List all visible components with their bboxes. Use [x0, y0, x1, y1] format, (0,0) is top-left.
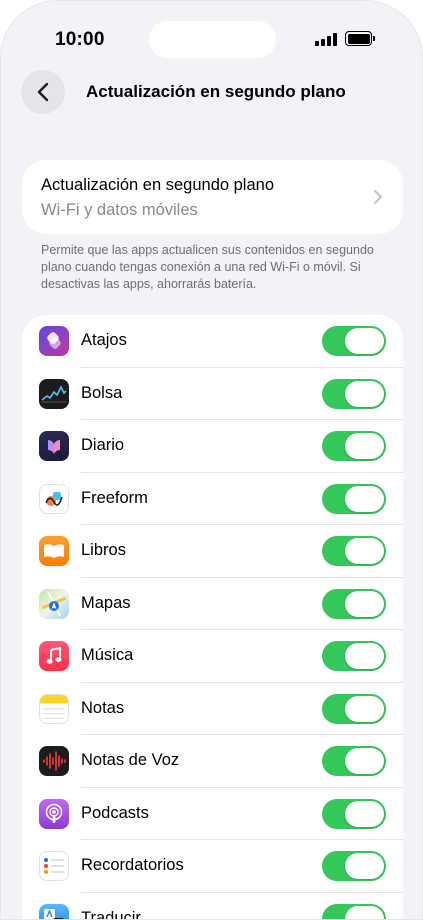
app-label: Notas de Voz: [81, 751, 180, 769]
app-label: Freeform: [81, 488, 148, 507]
maps-icon: [39, 588, 69, 619]
setting-title: Actualización en segundo plano: [41, 176, 275, 194]
app-label: Libros: [81, 541, 126, 559]
app-row-bolsa: Bolsa: [22, 368, 403, 420]
podcasts-toggle[interactable]: [322, 798, 386, 829]
app-row-libros: Libros: [22, 525, 403, 578]
phone-screen: 10:00 Actualización en segundo plano Act…: [0, 0, 423, 920]
back-button[interactable]: [21, 70, 65, 114]
music-icon: [39, 641, 69, 671]
freeform-icon: [39, 483, 69, 514]
app-label: Traducir: [81, 908, 141, 920]
bolsa-toggle[interactable]: [322, 378, 386, 409]
books-icon: [39, 536, 69, 566]
traducir-toggle[interactable]: [322, 903, 386, 919]
app-row-atajos: Atajos: [22, 315, 403, 368]
app-label: Notas: [81, 698, 125, 717]
chevron-left-icon: [37, 82, 49, 102]
background-refresh-setting[interactable]: Actualización en segundo plano Wi-Fi y d…: [22, 160, 403, 234]
recordatorios-toggle[interactable]: [322, 851, 386, 881]
voice-memos-icon: [39, 746, 69, 776]
shortcuts-icon: [39, 326, 69, 356]
notes-icon: [39, 693, 69, 724]
chevron-right-icon: [374, 190, 382, 204]
musica-toggle[interactable]: [322, 641, 386, 671]
app-label: Podcasts: [81, 803, 149, 822]
status-bar: 10:00: [1, 1, 422, 71]
translate-icon: [39, 903, 69, 919]
app-row-traducir: Traducir: [22, 893, 403, 920]
notas-de-voz-toggle[interactable]: [322, 746, 386, 776]
app-row-notas-de-voz: Notas de Voz: [22, 735, 403, 788]
setting-value: Wi-Fi y datos móviles: [41, 201, 198, 219]
battery-full-icon: [345, 31, 375, 46]
atajos-toggle[interactable]: [322, 326, 386, 356]
app-label: Atajos: [81, 331, 127, 349]
mapas-toggle[interactable]: [322, 588, 386, 619]
diario-toggle[interactable]: [322, 431, 386, 461]
reminders-icon: [39, 851, 69, 881]
app-row-notas: Notas: [22, 683, 403, 735]
app-label: Mapas: [81, 593, 131, 612]
setting-footnote: Permite que las apps actualicen sus cont…: [41, 243, 374, 291]
app-row-diario: Diario: [22, 420, 403, 473]
app-row-podcasts: Podcasts: [22, 788, 403, 840]
status-time: 10:00: [55, 29, 105, 50]
signal-bars-icon: [315, 33, 337, 46]
app-label: Bolsa: [81, 383, 123, 402]
page-title: Actualización en segundo plano: [86, 82, 346, 101]
app-label: Diario: [81, 436, 125, 454]
app-row-recordatorios: Recordatorios: [22, 840, 403, 893]
app-row-freeform: Freeform: [22, 473, 403, 525]
apps-list: Atajos Bolsa Diario Freeform Libros Mapa…: [22, 315, 403, 920]
app-row-musica: Música: [22, 630, 403, 683]
app-label: Recordatorios: [81, 856, 184, 874]
notas-toggle[interactable]: [322, 693, 386, 724]
journal-icon: [39, 431, 69, 461]
podcasts-icon: [39, 798, 69, 829]
app-row-mapas: Mapas: [22, 578, 403, 630]
libros-toggle[interactable]: [322, 536, 386, 566]
dynamic-island: [149, 21, 276, 58]
stocks-icon: [39, 378, 69, 409]
freeform-toggle[interactable]: [322, 483, 386, 514]
app-label: Música: [81, 646, 134, 664]
